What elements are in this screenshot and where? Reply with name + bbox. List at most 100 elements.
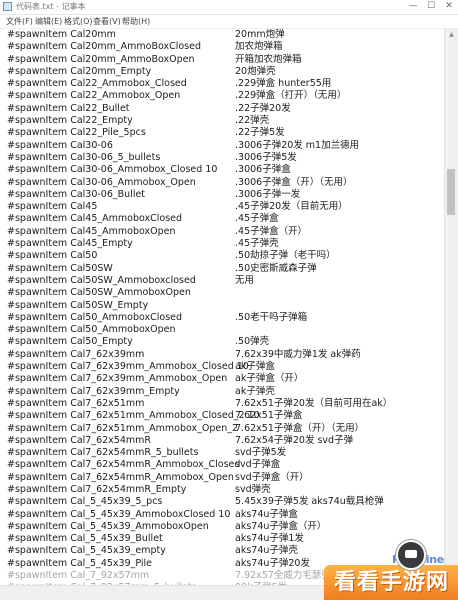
spawn-command: #spawnItem Cal45_Empty [7,238,133,250]
item-description: aks74u子弹盒 [235,508,298,520]
text-line: #spawnItem Cal50_Empty .50弹壳 [0,336,444,348]
spawn-command: #spawnItem Cal_5_45x39_Bullet [7,533,163,545]
spawn-command: #spawnItem Cal_5_45x39_AmmoboxClosed 10 [7,508,231,520]
text-line: #spawnItem Cal20mm_AmmoBoxOpen 开箱加农炮弹箱 [0,54,444,66]
text-line: #spawnItem Cal22_Ammobox_Open .229弹盒（打开）（… [0,90,444,102]
item-description: .22弹壳 [235,115,270,127]
vertical-scrollbar[interactable]: ▲ ▼ [444,29,458,585]
spawn-command: #spawnItem Cal30-06_5_bullets [7,151,161,163]
spawn-command: #spawnItem Cal7_62x54mmR_Ammobox_Open [7,471,234,483]
item-description: 20炮弹壳 [235,65,276,77]
text-line: #spawnItem Cal7_62x54mmR 7.62x54子弹20发 svd… [0,435,444,447]
text-line: #spawnItem Cal50_AmmoboxClosed .50老干吗子弹箱 [0,312,444,324]
text-line: #spawnItem Cal45 .45子弹20发（目前无用） [0,201,444,213]
text-line: #spawnItem Cal7_62x54mmR_5_bullets svd子弹5… [0,447,444,459]
item-description: ak子弹壳 [235,385,275,397]
menu-file[interactable]: 文件(F) [6,15,33,28]
text-line: #spawnItem Cal30-06_Bullet .3006子弹一发 [0,189,444,201]
item-description: .3006子弹盒（开）（无用） [235,176,353,188]
spawn-command: #spawnItem Cal30-06 [7,139,113,151]
scroll-up-arrow-icon[interactable]: ▲ [445,29,458,40]
text-line: #spawnItem Cal_5_45x39_5_pcs 5.45x39子弹5发 … [0,496,444,508]
text-editor[interactable]: #spawnItem Cal20mm 20mm炮弹 #spawnItem Cal20… [0,29,444,585]
spawn-command: #spawnItem Cal_5_45x39_empty [7,545,166,557]
item-description: .3006子弹一发 [235,188,301,200]
text-line: #spawnItem Cal20mm_AmmoBoxClosed 加农炮弹箱 [0,41,444,53]
item-description: .3006子弹5发 [235,151,297,163]
text-line: #spawnItem Cal7_62x39mm_Empty ak子弹壳 [0,386,444,398]
text-line: #spawnItem Cal7_62x54mmR_Ammobox_Open svd… [0,472,444,484]
text-line: #spawnItem Cal7_62x54mmR_Empty svd弹壳 [0,484,444,496]
spawn-command: #spawnItem Cal20mm [7,29,116,40]
item-description: 7.62x51子弹20发（目前可用在ak） [235,397,393,409]
spawn-command: #spawnItem Cal7_62x39mm [7,348,145,360]
text-line: #spawnItem Cal7_62x39mm_Ammobox_Open ak子弹… [0,373,444,385]
spawn-command: #spawnItem Cal22_Bullet [7,102,130,114]
close-button[interactable]: ✕ [441,0,457,13]
item-description: ak子弹盒 [235,361,275,373]
item-description: 5.45x39子弹5发 aks74u载具枪弹 [235,496,384,508]
text-line: #spawnItem Cal7_62x39mm_Ammobox_Closed 1… [0,361,444,373]
window-title: 代码表.txt - 记事本 [16,2,86,11]
item-description: 开箱加农炮弹箱 [235,53,302,65]
item-description: 7.62x39中威力弹1发 ak弹药 [235,348,361,360]
item-description: svd子弹盒（开） [235,471,309,483]
item-description: .50劫掠子弹（老干吗） [235,250,336,262]
text-line: #spawnItem Cal50SW_Empty [0,300,444,312]
text-line: #spawnItem Cal30-06_Ammobox_Open .3006子弹盒… [0,177,444,189]
notepad-icon [3,2,12,11]
text-line: #spawnItem Cal20mm 20mm炮弹 [0,29,444,41]
maximize-button[interactable]: ☐ [423,0,439,13]
menu-view[interactable]: 查看(V) [93,15,121,28]
spawn-command: #spawnItem Cal7_62x54mmR [7,434,151,446]
text-line: #spawnItem Cal30-06_Ammobox_Closed 10 .30… [0,164,444,176]
item-description: 7.62x51子弹盒（开）（无用） [235,422,365,434]
spawn-command: #spawnItem Cal7_62x39mm_Ammobox_Open [7,373,228,385]
spawn-command: #spawnItem Cal20mm_AmmoBoxOpen [7,53,195,65]
watermark-text: 看看手游网 [334,570,450,595]
title-bar: 代码表.txt - 记事本 — ☐ ✕ [0,0,458,15]
text-line: #spawnItem Cal7_62x51mm_Ammobox_Closed_2… [0,410,444,422]
text-line: #spawnItem Cal_5_45x39_Bullet aks74u子弹1发 [0,533,444,545]
spawn-command: #spawnItem Cal7_62x51mm_Ammobox_Open_2 [7,422,239,434]
item-description: .50老干吗子弹箱 [235,311,308,323]
text-line: #spawnItem Cal7_62x51mm 7.62x51子弹20发（目前可用… [0,398,444,410]
minimize-button[interactable]: — [405,0,421,13]
item-description: aks74u子弹1发 [235,533,304,545]
item-description: 7.62x54子弹20发 svd子弹 [235,434,354,446]
menu-help[interactable]: 帮助(H) [122,15,150,28]
text-line: #spawnItem Cal7_62x51mm_Ammobox_Open_2 7.… [0,423,444,435]
item-description: 加农炮弹箱 [235,41,283,53]
spawn-command: #spawnItem Cal50SW_AmmoboxOpen [7,287,191,299]
text-line: #spawnItem Cal_5_45x39_AmmoboxClosed 10 a… [0,509,444,521]
text-line: #spawnItem Cal45_Empty .45子弹壳 [0,238,444,250]
menu-format[interactable]: 格式(O) [64,15,93,28]
item-description: svd子弹5发 [235,447,287,459]
item-description: 无用 [235,274,255,286]
item-description: .3006子弹盒 [235,164,291,176]
text-line: #spawnItem Cal20mm_Empty 20炮弹壳 [0,66,444,78]
spawn-command: #spawnItem Cal_7_92x57mm [7,570,150,582]
item-description: .229弹盒 hunter55用 [235,78,332,90]
menu-edit[interactable]: 编辑(E) [35,15,62,28]
text-line: #spawnItem Cal22_Bullet .22子弹20发 [0,103,444,115]
item-description: svd弹壳 [235,483,271,495]
spawn-command: #spawnItem Cal7_62x54mmR_5_bullets [7,447,199,459]
spawn-command: #spawnItem Cal45_AmmoboxClosed [7,213,183,225]
watermark-logo-icon [396,540,426,570]
spawn-command: #spawnItem Cal_5_45x39_5_pcs [7,496,163,508]
item-description: .22子弹5发 [235,127,285,139]
item-description: svd子弹盒 [235,459,281,471]
spawn-command: #spawnItem Cal50SW_Empty [7,299,149,311]
text-line: #spawnItem Cal50SW .50史密斯威森子弹 [0,263,444,275]
spawn-command: #spawnItem Cal7_62x39mm_Empty [7,385,180,397]
text-line: #spawnItem Cal22_Ammobox_Closed .229弹盒 hu… [0,78,444,90]
item-description: .45子弹壳 [235,238,279,250]
item-description: .45子弹盒 [235,213,279,225]
text-line: #spawnItem Cal_5_45x39_AmmoboxOpen aks74u… [0,521,444,533]
scroll-thumb[interactable] [447,169,455,215]
item-description: 20mm炮弹 [235,29,285,40]
item-description: .3006子弹20发 m1加兰德用 [235,139,360,151]
spawn-command: #spawnItem Cal7_62x51mm [7,397,145,409]
spawn-command: #spawnItem Cal45_AmmoboxOpen [7,225,176,237]
